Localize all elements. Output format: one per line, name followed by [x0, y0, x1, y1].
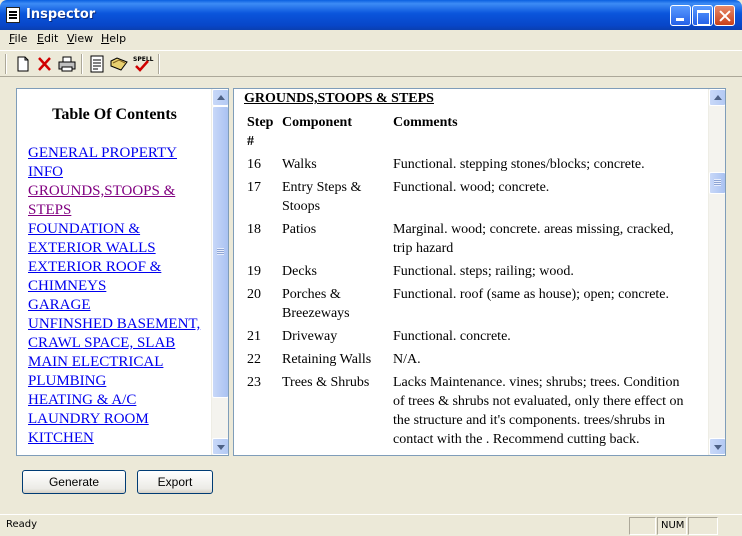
toc-link-kitchen[interactable]: KITCHEN [28, 429, 208, 448]
content-scrollbar[interactable] [708, 89, 725, 455]
close-button[interactable] [714, 5, 735, 26]
comment-text: N/A. [393, 352, 421, 367]
component-name: Patios [282, 222, 317, 237]
table-row: 23 Trees & Shrubs Lacks Maintenance. vin… [244, 371, 690, 451]
table-row: 19 Decks Functional. steps; railing; woo… [244, 260, 690, 283]
toc-link-plumbing[interactable]: PLUMBING [28, 372, 208, 391]
toc-scrollbar[interactable] [211, 89, 228, 455]
step-number: 18 [247, 222, 261, 237]
status-panel-caps [629, 517, 656, 535]
component-name: Retaining Walls [282, 352, 372, 367]
section-heading: GROUNDS,STOOPS & STEPS [244, 91, 434, 106]
comment-text: Functional. steps; railing; wood. [393, 264, 574, 279]
toc-pane[interactable]: Table Of Contents GENERAL PROPERTY INFO … [16, 88, 229, 456]
comment-text: Functional. roof (same as house); open; … [393, 287, 670, 302]
toc-link-grounds[interactable]: GROUNDS,STOOPS & STEPS [28, 182, 208, 220]
status-panel-num: NUM [657, 517, 687, 535]
toc-link-exterior-roof[interactable]: EXTERIOR ROOF & CHIMNEYS [28, 258, 208, 296]
menu-view[interactable]: View [67, 32, 93, 45]
component-name: Decks [282, 264, 317, 279]
component-name: Porches & Breezeways [282, 287, 350, 321]
comment-text: Functional. stepping stones/blocks; conc… [393, 157, 645, 172]
step-number: 21 [247, 329, 261, 344]
component-name: Entry Steps & Stoops [282, 180, 362, 214]
new-document-icon[interactable] [13, 54, 33, 74]
export-button[interactable]: Export [137, 470, 213, 494]
scroll-thumb[interactable] [212, 106, 228, 398]
toolbar-separator [81, 54, 83, 74]
menu-bar: File Edit View Help [0, 30, 742, 49]
menu-edit[interactable]: Edit [37, 32, 58, 45]
table-row: 17 Entry Steps & Stoops Functional. wood… [244, 176, 690, 218]
toolbar-separator [158, 54, 160, 74]
menu-help[interactable]: Help [101, 32, 126, 45]
column-header-comments: Comments [393, 115, 458, 130]
toolbar-grip [5, 54, 7, 74]
step-number: 23 [247, 375, 261, 390]
status-bar: Ready NUM [0, 514, 742, 536]
component-name: Walks [282, 157, 317, 172]
delete-icon[interactable] [35, 54, 55, 74]
table-row: 22 Retaining Walls N/A. [244, 348, 690, 371]
column-header-component: Component [282, 115, 353, 130]
comment-text: Functional. wood; concrete. [393, 180, 550, 195]
toc-link-laundry-room[interactable]: LAUNDRY ROOM [28, 410, 208, 429]
table-row: 16 Walks Functional. stepping stones/blo… [244, 153, 690, 176]
toc-link-garage[interactable]: GARAGE [28, 296, 208, 315]
step-number: 22 [247, 352, 261, 367]
toc-link-general-property[interactable]: GENERAL PROPERTY INFO [28, 144, 208, 182]
toc-link-main-electrical[interactable]: MAIN ELECTRICAL [28, 353, 208, 372]
spell-label: SPELL [133, 56, 154, 63]
step-number: 17 [247, 180, 261, 195]
component-name: Trees & Shrubs [282, 375, 370, 390]
app-icon [6, 7, 20, 23]
steps-table: Step # Component Comments 16 Walks Funct… [244, 111, 690, 451]
column-header-step: Step # [247, 115, 274, 149]
maximize-button[interactable] [692, 5, 713, 26]
scroll-down-button[interactable] [212, 438, 228, 455]
generate-button[interactable]: Generate [22, 470, 126, 494]
toc-title: Table Of Contents [52, 106, 177, 123]
scroll-up-button[interactable] [212, 89, 228, 106]
table-header-row: Step # Component Comments [244, 111, 690, 153]
title-bar[interactable]: Inspector [0, 0, 742, 30]
step-number: 19 [247, 264, 261, 279]
scroll-thumb[interactable] [709, 172, 725, 194]
component-name: Driveway [282, 329, 338, 344]
minimize-button[interactable] [670, 5, 691, 26]
step-number: 20 [247, 287, 261, 302]
status-text: Ready [6, 519, 38, 530]
scroll-down-button[interactable] [709, 438, 725, 455]
toolbar: SPELL [0, 50, 742, 77]
spell-check-icon[interactable]: SPELL [131, 54, 155, 74]
table-row: 18 Patios Marginal. wood; concrete. area… [244, 218, 690, 260]
report-icon[interactable] [87, 54, 107, 74]
window-title: Inspector [26, 7, 96, 22]
open-icon[interactable] [109, 54, 129, 74]
comment-text: Functional. concrete. [393, 329, 511, 344]
toc-link-foundation[interactable]: FOUNDATION & EXTERIOR WALLS [28, 220, 208, 258]
toc-link-heating[interactable]: HEATING & A/C [28, 391, 208, 410]
step-number: 16 [247, 157, 261, 172]
status-panel-scrl [688, 517, 718, 535]
scroll-up-button[interactable] [709, 89, 725, 106]
comment-text: Lacks Maintenance. vines; shrubs; trees.… [393, 375, 684, 447]
table-row: 20 Porches & Breezeways Functional. roof… [244, 283, 690, 325]
print-icon[interactable] [57, 54, 77, 74]
menu-file[interactable]: File [9, 32, 27, 45]
content-pane[interactable]: GROUNDS,STOOPS & STEPS Step # Component … [233, 88, 726, 456]
toc-list: GENERAL PROPERTY INFO GROUNDS,STOOPS & S… [28, 144, 208, 448]
table-row: 21 Driveway Functional. concrete. [244, 325, 690, 348]
comment-text: Marginal. wood; concrete. areas missing,… [393, 222, 674, 256]
toc-link-basement[interactable]: UNFINSHED BASEMENT, CRAWL SPACE, SLAB [28, 315, 208, 353]
